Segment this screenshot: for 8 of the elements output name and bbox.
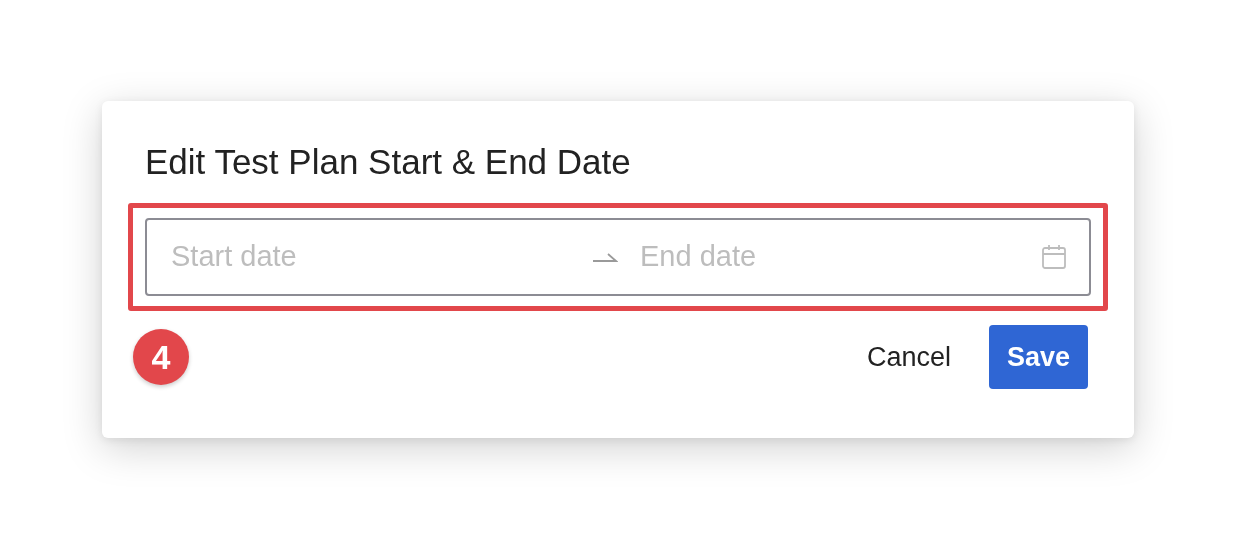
step-badge: 4 [133,329,189,386]
date-range-field[interactable]: Start date End date [145,218,1091,296]
save-button[interactable]: Save [988,325,1088,390]
start-date-input[interactable]: Start date [169,234,572,280]
cancel-button[interactable]: Cancel [848,325,969,390]
calendar-icon[interactable] [1041,244,1067,270]
dialog-title: Edit Test Plan Start & End Date [145,141,632,183]
end-date-input[interactable]: End date [638,234,1041,280]
